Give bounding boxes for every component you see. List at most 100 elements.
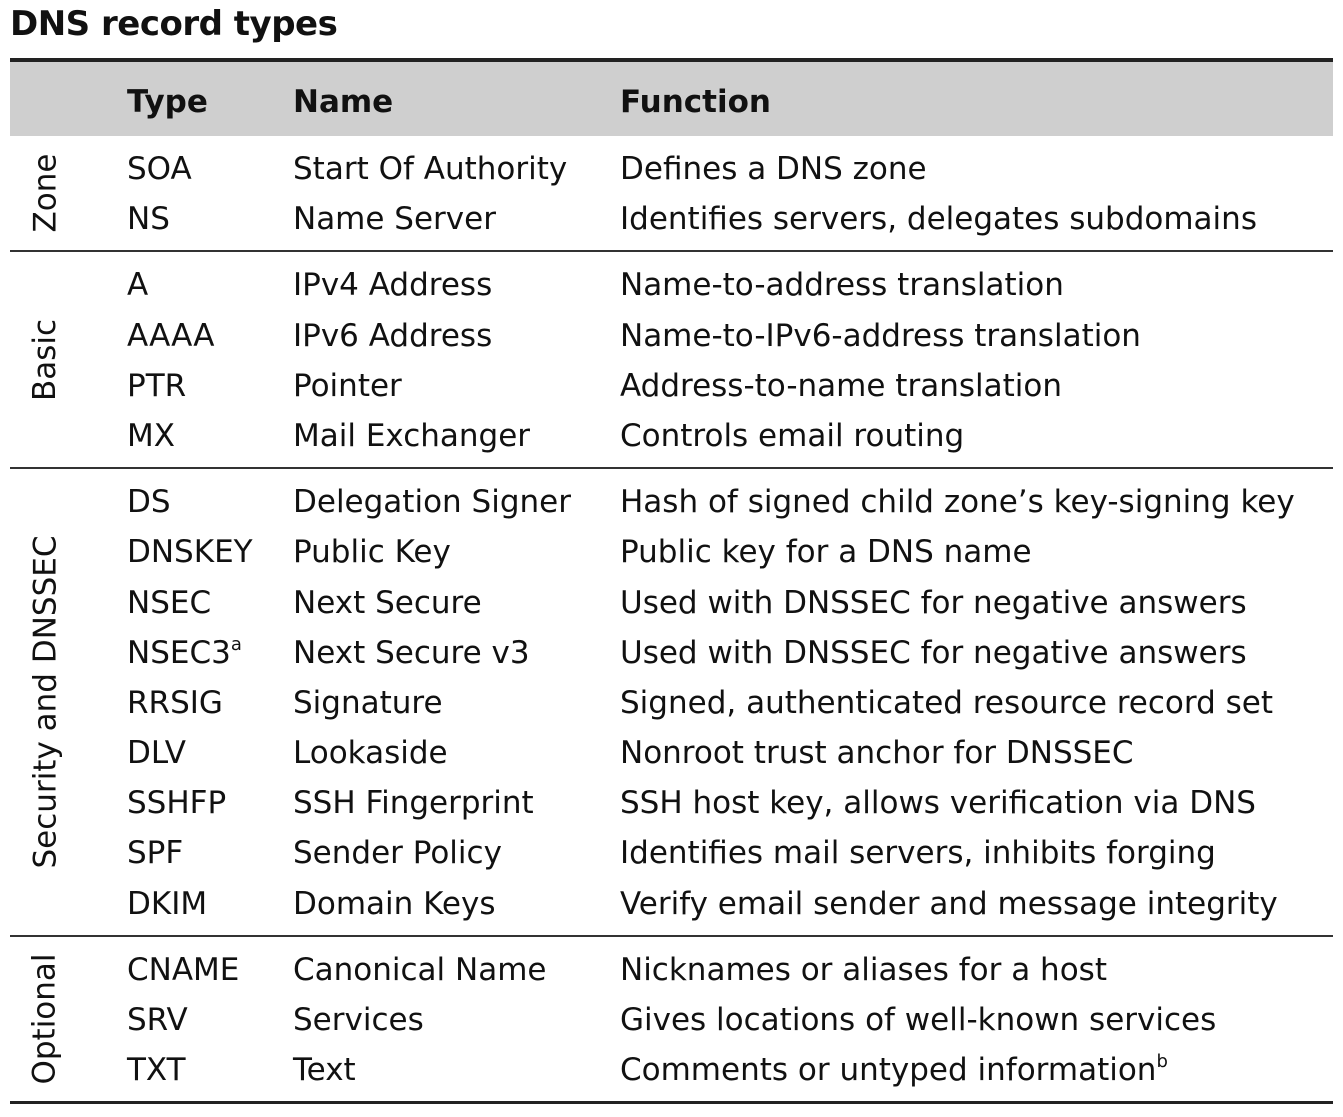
cell-name: Mail Exchanger <box>293 417 531 454</box>
group-rows: CNAME Canonical Name Nicknames or aliases … <box>10 937 1333 1102</box>
cell-type-text: DKIM <box>127 885 208 922</box>
cell-function: Comments or untyped informationb <box>620 1045 1168 1095</box>
cell-function: Nicknames or aliases for a host <box>620 945 1107 995</box>
cell-type: SSHFP <box>127 778 226 828</box>
table-row: RRSIG Signature Signed, authenticated reso… <box>10 678 1333 728</box>
header-type: Type <box>127 84 208 120</box>
cell-type: PTR <box>127 361 186 411</box>
table-row: CNAME Canonical Name Nicknames or aliases … <box>10 945 1333 995</box>
cell-type: RRSIG <box>127 678 223 728</box>
cell-name: IPv4 Address <box>293 267 493 304</box>
cell-name: Next Secure v3 <box>293 634 530 671</box>
table-title: DNS record types <box>10 4 338 44</box>
cell-type: SOA <box>127 144 192 194</box>
cell-function-text: SSH host key, allows verification via DN… <box>620 785 1256 822</box>
cell-type: CNAME <box>127 945 239 995</box>
cell-type-text: AAAA <box>127 317 215 354</box>
cell-function-text: Nicknames or aliases for a host <box>620 951 1107 988</box>
cell-function-text: Name-to-address translation <box>620 267 1064 304</box>
cell-function: Defines a DNS zone <box>620 144 927 194</box>
cell-function-text: Gives locations of well-known services <box>620 1002 1217 1038</box>
dns-record-table: Type Name Function Zone SOA Start Of Autho… <box>10 58 1333 1105</box>
cell-function: Name-to-address translation <box>620 260 1064 310</box>
cell-type-text: DS <box>127 484 171 521</box>
cell-type-text: CNAME <box>127 951 240 988</box>
table-row: DNSKEY Public Key Public key for a DNS nam… <box>10 527 1333 577</box>
group-rows: A IPv4 Address Name-to-address translation… <box>10 252 1333 467</box>
group-security-and-dnssec: Security and DNSSEC DS Delegation Signer Ha… <box>10 467 1333 935</box>
group-rows: DS Delegation Signer Hash of signed child … <box>10 469 1333 935</box>
cell-function: Nonroot trust anchor for DNSSEC <box>620 728 1134 778</box>
cell-name: Start Of Authority <box>293 151 568 187</box>
table-row: DLV Lookaside Nonroot trust anchor for DNS… <box>10 728 1333 778</box>
group-basic: Basic A IPv4 Address Name-to-address transl… <box>10 250 1333 467</box>
cell-name: Canonical Name <box>293 951 547 988</box>
cell-type: NS <box>127 194 170 244</box>
table-row: AAAA IPv6 Address Name-to-IPv6-address tra… <box>10 311 1333 361</box>
cell-name: IPv6 Address <box>293 317 493 354</box>
cell-function-text: Used with DNSSEC for negative answers <box>620 584 1247 621</box>
cell-type: MX <box>127 411 175 461</box>
table-row: A IPv4 Address Name-to-address translation <box>10 260 1333 310</box>
cell-function: Address-to-name translation <box>620 361 1062 411</box>
cell-type-text: PTR <box>127 367 187 404</box>
cell-function: Identifies mail servers, inhibits forgin… <box>620 828 1216 878</box>
cell-function-text: Nonroot trust anchor for DNSSEC <box>620 735 1134 772</box>
cell-function-text: Address-to-name translation <box>620 367 1062 404</box>
cell-name: Services <box>293 1002 424 1038</box>
cell-function-text: Comments or untyped information <box>620 1052 1157 1089</box>
cell-type: TXT <box>127 1045 186 1095</box>
cell-function: Used with DNSSEC for negative answers <box>620 578 1247 628</box>
cell-name: Delegation Signer <box>293 484 571 521</box>
cell-type-text: NS <box>127 201 170 238</box>
cell-type-text: NSEC <box>127 584 212 621</box>
table-row: SSHFP SSH Fingerprint SSH host key, allows… <box>10 778 1333 828</box>
cell-function: Hash of signed child zone’s key-signing … <box>620 477 1295 527</box>
cell-function-text: Used with DNSSEC for negative answers <box>620 634 1247 671</box>
footnote-marker: b <box>1156 1051 1168 1073</box>
footnote-marker: a <box>230 633 242 655</box>
cell-type: A <box>127 260 148 310</box>
cell-name: Sender Policy <box>293 835 502 872</box>
cell-type: DNSKEY <box>127 527 253 577</box>
cell-type: NSEC <box>127 578 211 628</box>
cell-function-text: Controls email routing <box>620 417 965 454</box>
cell-type: DS <box>127 477 171 527</box>
cell-function: Used with DNSSEC for negative answers <box>620 628 1247 678</box>
table-row: SRV Services Gives locations of well-known… <box>10 995 1333 1045</box>
cell-type: DKIM <box>127 879 207 929</box>
table-row: SOA Start Of Authority Defines a DNS zone <box>10 144 1333 194</box>
cell-function: Controls email routing <box>620 411 964 461</box>
cell-function-text: Defines a DNS zone <box>620 151 927 187</box>
table-header: Type Name Function <box>10 62 1333 136</box>
cell-name: SSH Fingerprint <box>293 785 534 822</box>
table-row: PTR Pointer Address-to-name translation <box>10 361 1333 411</box>
table-row: MX Mail Exchanger Controls email routing <box>10 411 1333 461</box>
cell-type-text: DLV <box>127 735 186 772</box>
cell-type-text: DNSKEY <box>127 534 253 571</box>
header-function: Function <box>620 84 771 120</box>
cell-function-text: Verify email sender and message integrit… <box>620 885 1278 922</box>
cell-name: Domain Keys <box>293 885 496 922</box>
cell-function-text: Hash of signed child zone’s key-signing … <box>620 484 1295 521</box>
table-row: NSEC Next Secure Used with DNSSEC for nega… <box>10 578 1333 628</box>
cell-name: Name Server <box>293 201 496 238</box>
cell-function: SSH host key, allows verification via DN… <box>620 778 1256 828</box>
cell-name: Lookaside <box>293 735 448 772</box>
cell-function-text: Name-to-IPv6-address translation <box>620 317 1141 354</box>
cell-function-text: Identifies mail servers, inhibits forgin… <box>620 835 1216 872</box>
cell-type-text: A <box>127 267 149 304</box>
cell-function-text: Signed, authenticated resource record se… <box>620 684 1273 721</box>
cell-name: Next Secure <box>293 584 482 621</box>
table-row: SPF Sender Policy Identifies mail servers,… <box>10 828 1333 878</box>
group-rows: SOA Start Of Authority Defines a DNS zone N… <box>10 136 1333 250</box>
table-row: TXT Text Comments or untyped informationb <box>10 1045 1333 1095</box>
cell-type: SRV <box>127 995 188 1045</box>
cell-function-text: Identifies servers, delegates subdomains <box>620 201 1257 238</box>
cell-function: Identifies servers, delegates subdomains <box>620 194 1257 244</box>
cell-function: Name-to-IPv6-address translation <box>620 311 1141 361</box>
cell-type-text: SRV <box>127 1002 188 1038</box>
cell-type: DLV <box>127 728 186 778</box>
group-optional: Optional CNAME Canonical Name Nicknames or … <box>10 934 1333 1102</box>
table-row: DS Delegation Signer Hash of signed child … <box>10 477 1333 527</box>
